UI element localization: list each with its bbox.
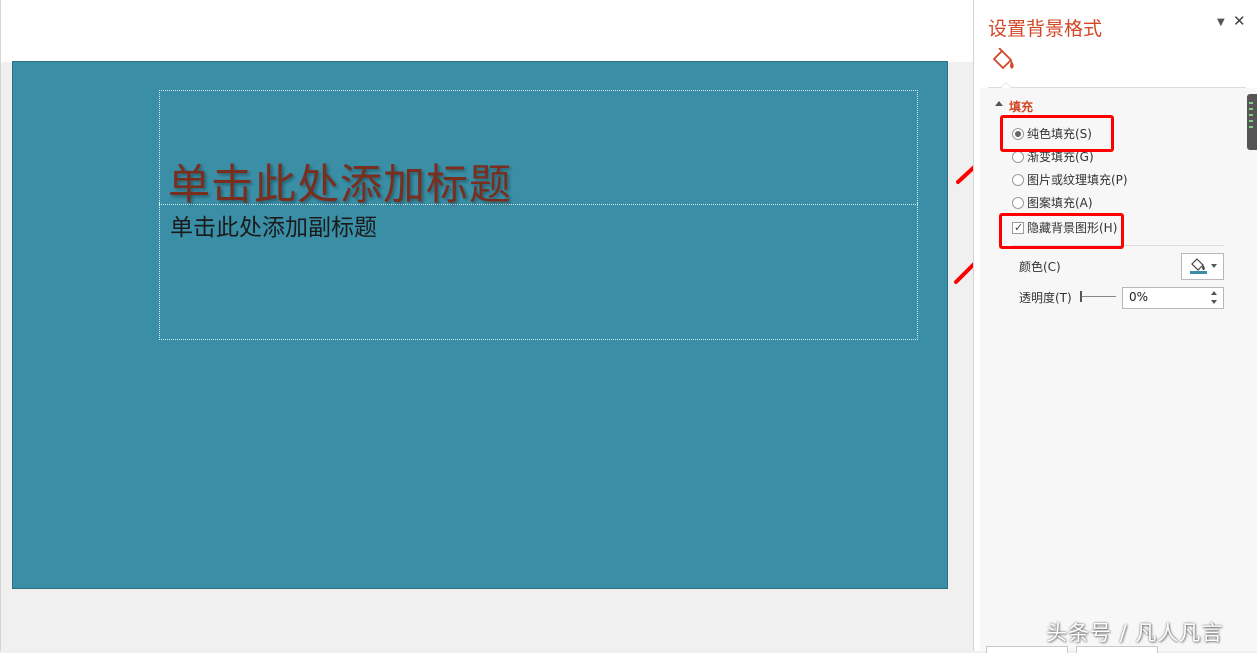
- pane-bottom-button-1[interactable]: [986, 646, 1068, 653]
- paint-bucket-icon[interactable]: [991, 48, 1017, 74]
- close-icon[interactable]: ✕: [1233, 12, 1246, 30]
- chevron-down-icon: [1211, 264, 1217, 268]
- radio-gradient-fill[interactable]: [1012, 151, 1024, 163]
- transparency-input[interactable]: 0%: [1122, 287, 1224, 309]
- slide-editing-area: 单击此处添加标题 单击此处添加副标题: [0, 0, 973, 651]
- spin-up-icon[interactable]: [1211, 291, 1217, 295]
- slide[interactable]: 单击此处添加标题 单击此处添加副标题: [12, 61, 948, 589]
- transparency-value: 0%: [1129, 290, 1149, 304]
- spin-down-icon[interactable]: [1211, 300, 1217, 304]
- color-label: 颜色(C): [1019, 260, 1061, 274]
- canvas-divider: [0, 0, 1, 651]
- section-fill-heading[interactable]: 填充: [1009, 98, 1033, 115]
- title-placeholder[interactable]: 单击此处添加标题: [159, 90, 918, 209]
- format-background-pane: 设置背景格式 ▼ ✕ 填充 纯色填充(S) 渐变填充(G) 图片或纹理填充(P)…: [973, 0, 1257, 651]
- pane-bottom-button-2[interactable]: [1076, 646, 1158, 653]
- radio-picture-fill[interactable]: [1012, 174, 1024, 186]
- highlight-hide-background-graphics: [999, 213, 1124, 249]
- transparency-slider[interactable]: [1082, 296, 1116, 297]
- transparency-slider-thumb[interactable]: [1080, 291, 1082, 302]
- option-picture-fill-label: 图片或纹理填充(P): [1027, 173, 1128, 187]
- transparency-label: 透明度(T): [1019, 291, 1072, 305]
- watermark: 头条号 / 凡人凡言: [1046, 621, 1224, 645]
- highlight-solid-fill: [1000, 115, 1114, 152]
- subtitle-placeholder-text: 单击此处添加副标题: [170, 215, 377, 241]
- collapse-triangle-icon[interactable]: [995, 101, 1003, 106]
- color-picker-button[interactable]: [1181, 253, 1224, 280]
- pane-title: 设置背景格式: [988, 18, 1103, 40]
- radio-pattern-fill[interactable]: [1012, 197, 1024, 209]
- fill-color-icon: [1190, 258, 1207, 274]
- triangle-down-icon[interactable]: ▼: [1217, 17, 1225, 28]
- canvas-top-margin: [0, 0, 973, 62]
- subtitle-placeholder[interactable]: 单击此处添加副标题: [159, 203, 918, 340]
- option-pattern-fill-label: 图案填充(A): [1027, 196, 1093, 210]
- scrollbar[interactable]: [1247, 94, 1257, 150]
